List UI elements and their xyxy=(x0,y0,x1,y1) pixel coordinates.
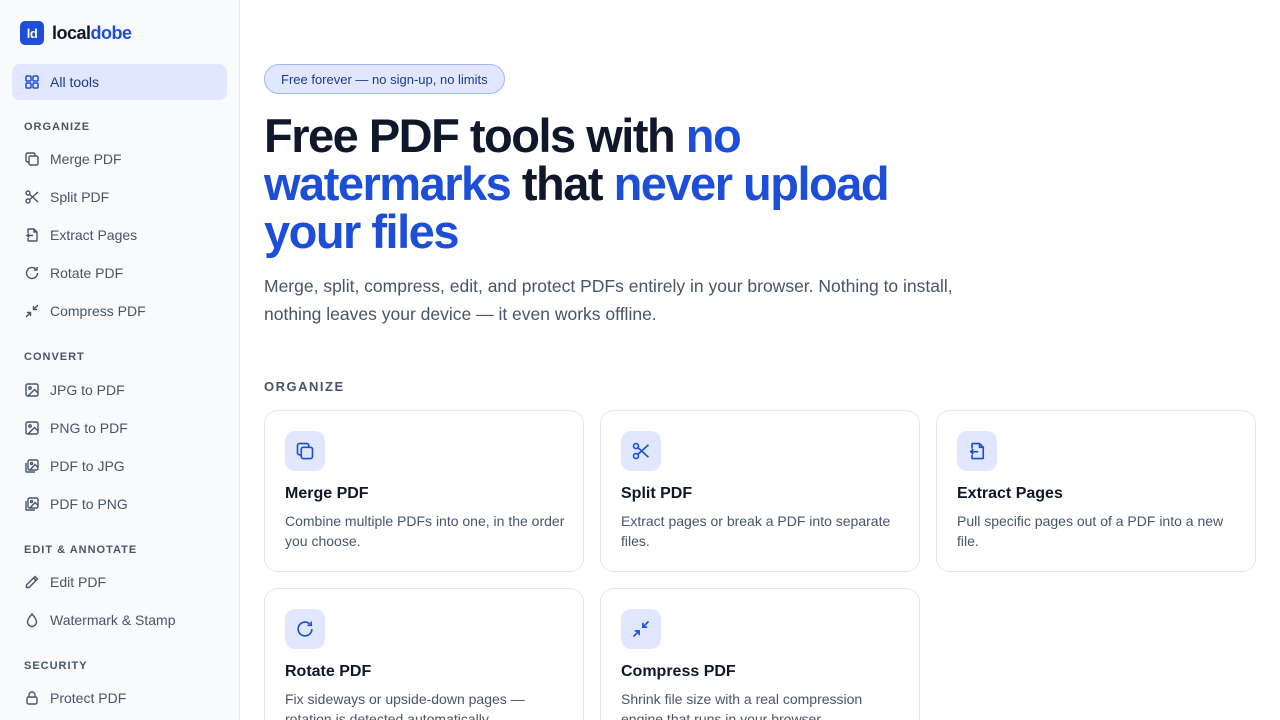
sidebar-item-pdf-to-png[interactable]: PDF to PNG xyxy=(12,487,227,521)
sidebar: ld localdobe All tools ORGANIZE Merge PD… xyxy=(0,0,240,720)
section-label-organize: ORGANIZE xyxy=(24,121,91,133)
tool-card-split-pdf[interactable]: Split PDF Extract pages or break a PDF i… xyxy=(600,410,920,572)
sidebar-item-label: PNG to PDF xyxy=(50,420,128,436)
sidebar-item-edit-pdf[interactable]: Edit PDF xyxy=(12,565,227,599)
images-icon xyxy=(24,496,40,512)
grid-section-label: ORGANIZE xyxy=(264,379,345,394)
images-icon xyxy=(24,458,40,474)
sidebar-item-label: Merge PDF xyxy=(50,151,122,167)
sidebar-item-label: Rotate PDF xyxy=(50,265,124,281)
card-description: Pull specific pages out of a PDF into a … xyxy=(957,513,1224,549)
tool-card-compress-pdf[interactable]: Compress PDF Shrink file size with a rea… xyxy=(600,588,920,720)
tool-card-rotate-pdf[interactable]: Rotate PDF Fix sideways or upside-down p… xyxy=(264,588,584,720)
sidebar-item-label: Watermark & Stamp xyxy=(50,612,176,628)
main-content: Free forever — no sign-up, no limits Fre… xyxy=(264,0,1264,720)
promo-badge: Free forever — no sign-up, no limits xyxy=(264,64,505,94)
copy-icon xyxy=(24,151,40,167)
rotate-icon xyxy=(24,265,40,281)
sidebar-item-label: PDF to JPG xyxy=(50,458,125,474)
sidebar-item-label: Edit PDF xyxy=(50,574,107,590)
card-description: Combine multiple PDFs into one, in the o… xyxy=(285,513,565,549)
section-label-edit-annotate: EDIT & ANNOTATE xyxy=(24,544,138,556)
section-label-convert: CONVERT xyxy=(24,351,85,363)
sidebar-item-label: Extract Pages xyxy=(50,227,138,243)
compress-icon xyxy=(24,303,40,319)
brand-name-part-1: local xyxy=(52,22,91,43)
droplet-icon xyxy=(24,612,40,628)
sidebar-item-label: All tools xyxy=(50,74,100,90)
image-icon xyxy=(24,382,40,398)
card-title: Merge PDF xyxy=(285,485,369,502)
card-title: Rotate PDF xyxy=(285,663,372,680)
card-title: Compress PDF xyxy=(621,663,736,680)
brand-mark: ld xyxy=(20,21,44,45)
sidebar-item-protect-pdf[interactable]: Protect PDF xyxy=(12,681,227,715)
sidebar-item-all-tools[interactable]: All tools xyxy=(12,64,227,100)
card-title: Extract Pages xyxy=(957,485,1063,502)
card-title: Split PDF xyxy=(621,485,693,502)
sidebar-item-jpg-to-pdf[interactable]: JPG to PDF xyxy=(12,373,227,407)
sidebar-item-label: PDF to PNG xyxy=(50,496,128,512)
file-export-icon xyxy=(957,431,997,471)
file-export-icon xyxy=(24,227,40,243)
card-description: Extract pages or break a PDF into separa… xyxy=(621,513,891,549)
tool-card-merge-pdf[interactable]: Merge PDF Combine multiple PDFs into one… xyxy=(264,410,584,572)
sidebar-item-label: Compress PDF xyxy=(50,303,146,319)
card-description: Fix sideways or upside-down pages — rota… xyxy=(285,691,525,720)
sidebar-item-rotate-pdf[interactable]: Rotate PDF xyxy=(12,256,227,290)
scissors-icon xyxy=(24,189,40,205)
sidebar-item-extract-pages[interactable]: Extract Pages xyxy=(12,218,227,252)
page-title: Free PDF tools with no watermarks that n… xyxy=(264,112,984,256)
sidebar-item-png-to-pdf[interactable]: PNG to PDF xyxy=(12,411,227,445)
sidebar-item-compress-pdf[interactable]: Compress PDF xyxy=(12,294,227,328)
section-label-security: SECURITY xyxy=(24,660,88,672)
pencil-icon xyxy=(24,574,40,590)
sidebar-item-label: JPG to PDF xyxy=(50,382,125,398)
sidebar-item-split-pdf[interactable]: Split PDF xyxy=(12,180,227,214)
sidebar-item-label: Split PDF xyxy=(50,189,110,205)
brand-name: localdobe xyxy=(52,23,132,44)
sidebar-item-pdf-to-jpg[interactable]: PDF to JPG xyxy=(12,449,227,483)
brand-logo[interactable]: ld localdobe xyxy=(20,21,132,45)
brand-name-part-2: dobe xyxy=(90,22,133,43)
copy-icon xyxy=(285,431,325,471)
image-icon xyxy=(24,420,40,436)
grid-icon xyxy=(24,74,40,90)
sidebar-item-watermark-stamp[interactable]: Watermark & Stamp xyxy=(12,603,227,637)
sidebar-item-label: Protect PDF xyxy=(50,690,127,706)
scissors-icon xyxy=(621,431,661,471)
lock-icon xyxy=(24,690,40,706)
card-description: Shrink file size with a real compression… xyxy=(621,691,863,720)
tool-card-extract-pages[interactable]: Extract Pages Pull specific pages out of… xyxy=(936,410,1256,572)
title-part-1: Free PDF tools with xyxy=(264,109,686,162)
sidebar-item-merge-pdf[interactable]: Merge PDF xyxy=(12,142,227,176)
title-part-3: that xyxy=(510,157,614,210)
rotate-icon xyxy=(285,609,325,649)
page-subtitle: Merge, split, compress, edit, and protec… xyxy=(264,276,953,324)
compress-icon xyxy=(621,609,661,649)
